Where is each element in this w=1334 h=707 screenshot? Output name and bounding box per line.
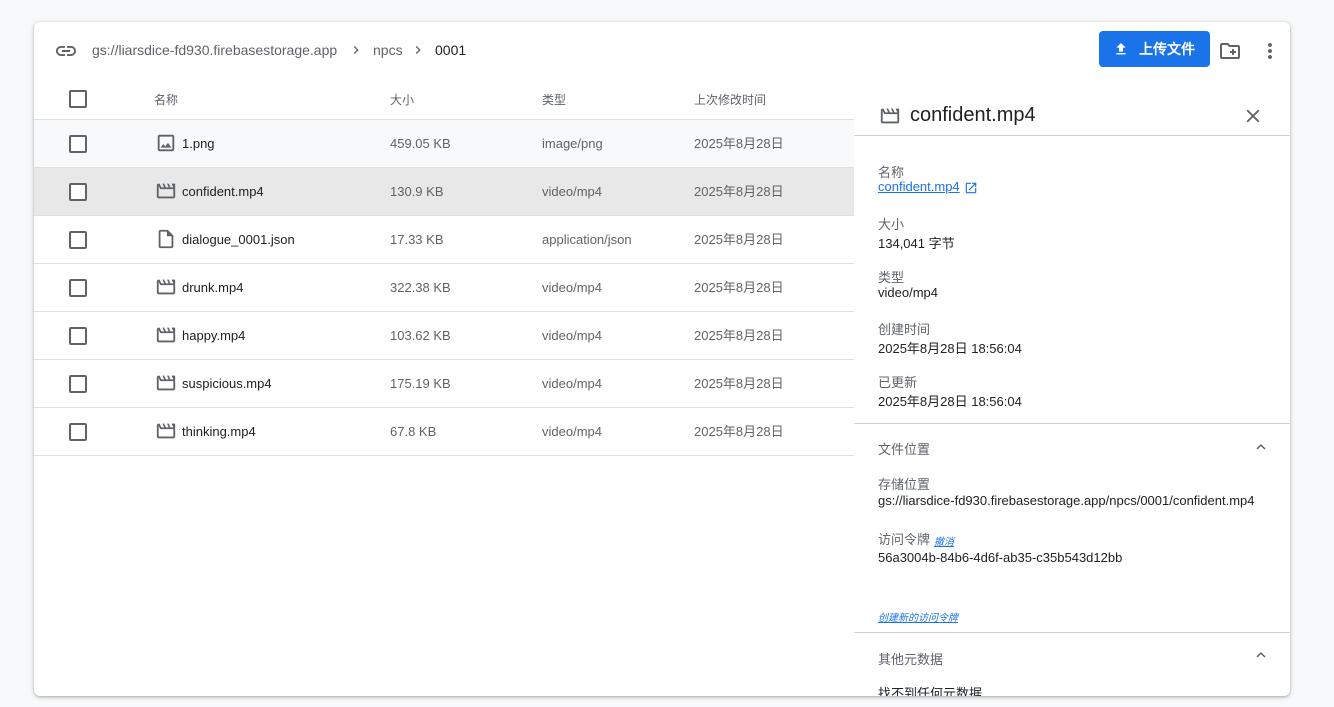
chevron-right-icon: [353, 46, 359, 54]
file-icon: [158, 229, 174, 249]
upload-file-button[interactable]: 上传文件: [1099, 31, 1210, 67]
storage-browser-card: gs://liarsdice-fd930.firebasestorage.app…: [34, 22, 1290, 696]
file-size: 459.05 KB: [390, 136, 451, 151]
table-row[interactable]: suspicious.mp4 175.19 KB video/mp4 2025年…: [34, 360, 854, 408]
file-type: video/mp4: [542, 376, 602, 391]
open-in-new-icon[interactable]: [964, 181, 978, 195]
file-size: 67.8 KB: [390, 424, 437, 439]
file-size: 175.19 KB: [390, 376, 451, 391]
video-icon: [880, 108, 900, 124]
file-modified: 2025年8月28日: [694, 328, 784, 343]
file-modified: 2025年8月28日: [694, 136, 784, 151]
metadata-section-title[interactable]: 其他元数据: [878, 649, 943, 668]
toolbar: gs://liarsdice-fd930.firebasestorage.app…: [34, 22, 1290, 78]
file-type: video/mp4: [542, 184, 602, 199]
updated-label: 已更新: [878, 375, 918, 390]
row-checkbox[interactable]: [69, 279, 87, 297]
row-checkbox[interactable]: [69, 231, 87, 249]
column-header-type[interactable]: 类型: [542, 91, 566, 108]
column-header-modified[interactable]: 上次修改时间: [694, 91, 766, 108]
row-checkbox[interactable]: [69, 327, 87, 345]
file-name: suspicious.mp4: [182, 376, 272, 391]
file-size: 130.9 KB: [390, 184, 444, 199]
video-icon: [156, 183, 176, 199]
divider: [854, 135, 1290, 136]
table-row[interactable]: drunk.mp4 322.38 KB video/mp4 2025年8月28日: [34, 264, 854, 312]
column-header-name[interactable]: 名称: [154, 91, 178, 108]
revoke-token-link[interactable]: 撤消: [934, 533, 954, 548]
size-label: 大小: [878, 217, 905, 232]
column-header-size[interactable]: 大小: [390, 91, 414, 108]
file-location-section-title[interactable]: 文件位置: [878, 439, 930, 458]
divider: [854, 632, 1290, 633]
row-checkbox[interactable]: [69, 423, 87, 441]
size-value: 134,041 字节: [878, 236, 955, 251]
video-icon: [156, 327, 176, 343]
row-checkbox[interactable]: [69, 375, 87, 393]
breadcrumb-npcs[interactable]: npcs: [373, 42, 403, 58]
image-icon: [157, 134, 175, 152]
details-title: confident.mp4: [910, 104, 1036, 126]
video-icon: [156, 423, 176, 439]
table-row[interactable]: confident.mp4 130.9 KB video/mp4 2025年8月…: [34, 168, 854, 216]
table-row[interactable]: happy.mp4 103.62 KB video/mp4 2025年8月28日: [34, 312, 854, 360]
create-access-token-link[interactable]: 创建新的访问令牌: [878, 609, 958, 624]
more-vert-icon[interactable]: [1258, 39, 1282, 63]
breadcrumb-current-folder: 0001: [435, 42, 467, 58]
file-name: drunk.mp4: [182, 280, 244, 295]
file-size: 17.33 KB: [390, 232, 444, 247]
storage-location-label: 存储位置: [878, 477, 931, 492]
row-checkbox[interactable]: [69, 135, 87, 153]
file-name: happy.mp4: [182, 328, 246, 343]
type-value: video/mp4: [878, 285, 938, 300]
upload-icon: [1116, 43, 1126, 55]
access-token-label: 访问令牌: [878, 532, 931, 547]
table-row[interactable]: thinking.mp4 67.8 KB video/mp4 2025年8月28…: [34, 408, 854, 456]
select-all-checkbox[interactable]: [69, 90, 87, 108]
updated-value: 2025年8月28日 18:56:04: [878, 394, 1022, 409]
file-type: application/json: [542, 232, 632, 247]
file-modified: 2025年8月28日: [694, 232, 784, 247]
chevron-up-icon[interactable]: [1252, 438, 1270, 456]
created-value: 2025年8月28日 18:56:04: [878, 341, 1022, 356]
storage-location-value: gs://liarsdice-fd930.firebasestorage.app…: [878, 493, 1255, 508]
file-modified: 2025年8月28日: [694, 424, 784, 439]
table-row[interactable]: dialogue_0001.json 17.33 KB application/…: [34, 216, 854, 264]
file-name-link[interactable]: confident.mp4: [878, 179, 960, 194]
file-type: image/png: [542, 136, 603, 151]
access-token-value: 56a3004b-84b6-4d6f-ab35-c35b543d12bb: [878, 550, 1123, 565]
link-icon: [56, 46, 76, 56]
divider: [854, 423, 1290, 424]
file-type: video/mp4: [542, 328, 602, 343]
video-icon: [156, 375, 176, 391]
file-modified: 2025年8月28日: [694, 280, 784, 295]
file-type: video/mp4: [542, 280, 602, 295]
created-label: 创建时间: [878, 322, 931, 337]
file-size: 103.62 KB: [390, 328, 451, 343]
create-folder-icon[interactable]: [1218, 39, 1242, 63]
chevron-up-icon[interactable]: [1252, 646, 1270, 664]
file-name: thinking.mp4: [182, 424, 256, 439]
upload-file-label: 上传文件: [1139, 41, 1195, 57]
file-modified: 2025年8月28日: [694, 376, 784, 391]
row-checkbox[interactable]: [69, 183, 87, 201]
table-header: 名称 大小 类型 上次修改时间: [34, 84, 854, 120]
table-row[interactable]: 1.png 459.05 KB image/png 2025年8月28日: [34, 120, 854, 168]
video-icon: [156, 279, 176, 295]
file-modified: 2025年8月28日: [694, 184, 784, 199]
close-icon[interactable]: [1242, 105, 1264, 127]
file-size: 322.38 KB: [390, 280, 451, 295]
file-type: video/mp4: [542, 424, 602, 439]
type-label: 类型: [878, 270, 905, 285]
file-name: confident.mp4: [182, 184, 264, 199]
file-details-panel: confident.mp4 名称 confident.mp4 大小 134,04…: [854, 94, 1290, 696]
file-name: 1.png: [182, 136, 215, 151]
file-name: dialogue_0001.json: [182, 232, 295, 247]
chevron-right-icon: [415, 46, 421, 54]
metadata-empty-text: 找不到任何元数据: [878, 686, 983, 696]
breadcrumb-bucket[interactable]: gs://liarsdice-fd930.firebasestorage.app: [92, 42, 337, 58]
